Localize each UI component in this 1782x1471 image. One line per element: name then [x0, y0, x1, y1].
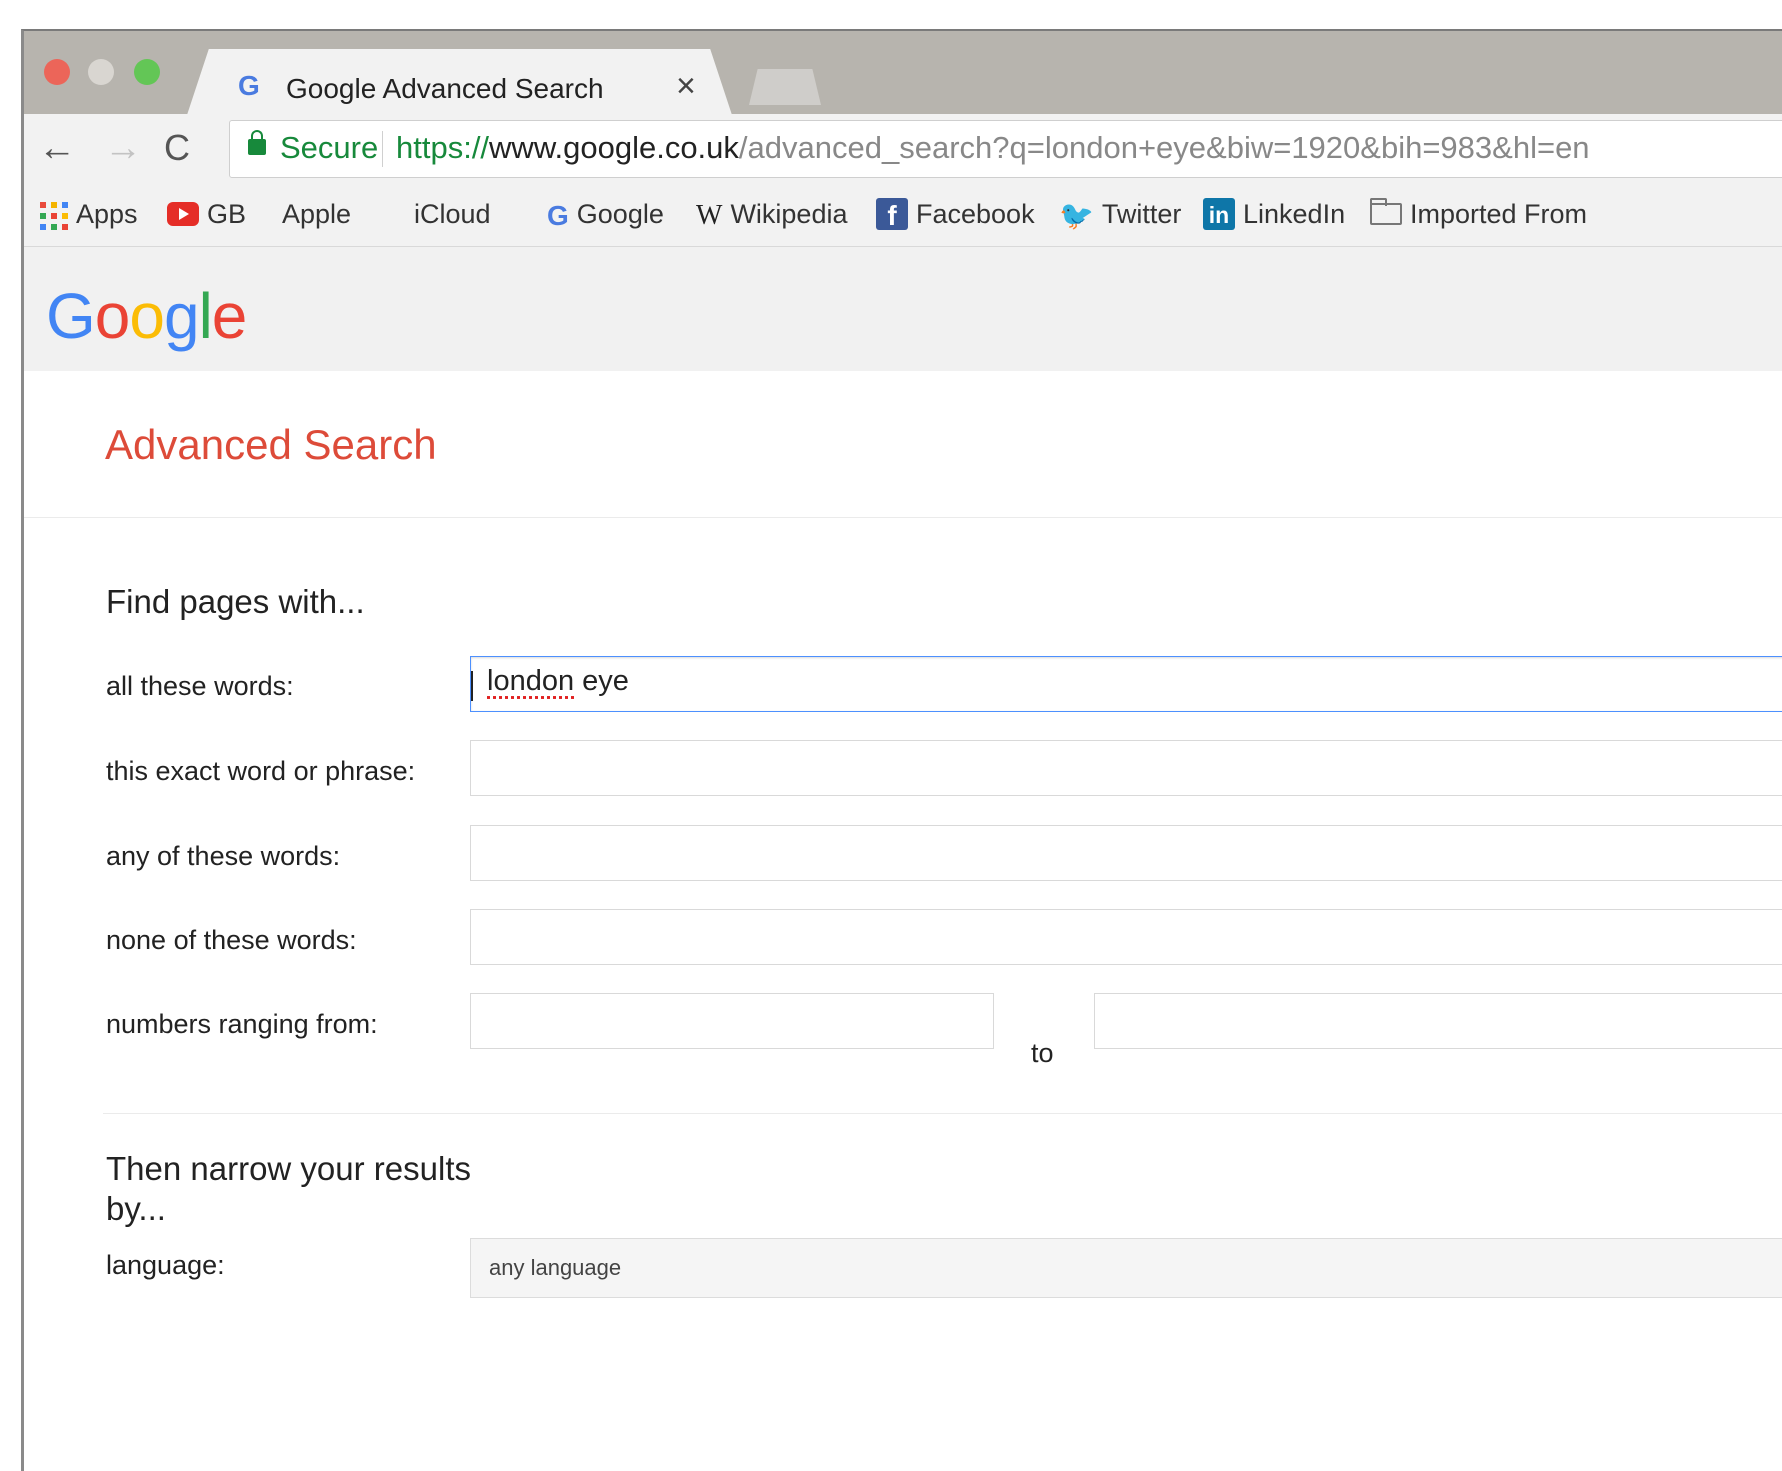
back-arrow-icon[interactable]: ←: [38, 128, 76, 168]
wikipedia-w-icon: W: [696, 199, 723, 231]
tab-close-icon[interactable]: ×: [676, 69, 696, 103]
bookmark-google[interactable]: G Google: [547, 198, 664, 232]
bookmarks-bar: Apps GB Apple iCloud G Google W Wikipedia …: [24, 184, 1782, 247]
bookmark-label: Twitter: [1101, 199, 1182, 229]
logo-letter: g: [163, 280, 200, 352]
bookmark-linkedin[interactable]: in LinkedIn: [1203, 197, 1346, 232]
section-divider: [103, 1113, 1782, 1114]
bookmark-label: GB: [207, 199, 247, 229]
tab-title: Google Advanced Search: [286, 73, 604, 104]
bookmark-gb[interactable]: GB: [167, 198, 246, 230]
numbers-range-label: numbers ranging from:: [106, 1009, 378, 1039]
bookmark-label: Imported From: [1410, 199, 1588, 229]
bookmark-icloud[interactable]: iCloud: [406, 198, 491, 230]
lock-icon[interactable]: [248, 130, 266, 155]
url-scheme: https://: [396, 130, 490, 165]
language-selected-value: any language: [489, 1255, 622, 1280]
omnibox-separator: [382, 131, 383, 167]
input-text: eye: [574, 665, 629, 697]
numbers-to-label: to: [1031, 1038, 1054, 1068]
browser-window: G Google Advanced Search × ← → C Secure …: [21, 29, 1782, 1471]
exact-phrase-input[interactable]: [470, 740, 1782, 796]
bookmark-label: LinkedIn: [1243, 199, 1346, 229]
browser-toolbar: ← → C Secure https://www.google.co.uk/ad…: [24, 114, 1782, 184]
none-words-label: none of these words:: [106, 925, 357, 955]
none-words-input[interactable]: [470, 909, 1782, 965]
language-select[interactable]: any language: [470, 1238, 1782, 1298]
bookmark-label: Wikipedia: [730, 199, 848, 229]
youtube-icon: [167, 201, 199, 226]
bookmark-apps[interactable]: Apps: [40, 198, 138, 230]
logo-letter: l: [198, 280, 213, 352]
bookmark-imported-from[interactable]: Imported From: [1370, 197, 1588, 230]
bookmark-label: iCloud: [414, 199, 491, 229]
url-path: /advanced_search?q=london+eye&biw=1920&b…: [738, 130, 1590, 165]
numbers-to-input[interactable]: [1094, 993, 1782, 1049]
bookmark-label: Facebook: [916, 199, 1035, 229]
any-words-label: any of these words:: [106, 841, 341, 871]
minimize-window-button[interactable]: [88, 59, 114, 85]
bookmark-label: Apple: [282, 199, 352, 229]
google-favicon-icon: G: [238, 70, 260, 101]
text-caret: [471, 671, 473, 701]
tab-strip: G Google Advanced Search ×: [24, 31, 1782, 115]
any-words-input[interactable]: [470, 825, 1782, 881]
google-logo[interactable]: Google: [46, 279, 248, 353]
zoom-window-button[interactable]: [134, 59, 160, 85]
logo-letter: o: [94, 280, 131, 352]
reload-icon[interactable]: C: [164, 128, 190, 168]
bookmark-facebook[interactable]: f Facebook: [876, 197, 1035, 232]
language-label: language:: [106, 1250, 225, 1280]
logo-letter: o: [129, 280, 165, 352]
find-pages-heading: Find pages with...: [106, 583, 365, 620]
title-divider: [24, 517, 1782, 518]
numbers-from-input[interactable]: [470, 993, 994, 1049]
all-words-label: all these words:: [106, 671, 294, 701]
secure-label[interactable]: Secure: [280, 130, 378, 166]
folder-icon: [1370, 197, 1402, 225]
address-bar[interactable]: Secure https://www.google.co.uk/advanced…: [229, 120, 1782, 178]
misspelled-word: london: [487, 665, 575, 697]
narrow-results-heading: Then narrow your results by...: [106, 1150, 471, 1227]
apps-grid-icon: [40, 201, 68, 230]
twitter-bird-icon: 🐦: [1059, 199, 1094, 231]
logo-letter: e: [211, 280, 248, 352]
facebook-icon: f: [876, 197, 908, 231]
bookmark-apple[interactable]: Apple: [274, 198, 351, 230]
url-host: www.google.co.uk: [489, 130, 739, 165]
bookmark-label: Google: [576, 199, 664, 229]
google-g-icon: G: [547, 199, 569, 231]
page-title: Advanced Search: [105, 421, 437, 468]
url-text[interactable]: https://www.google.co.uk/advanced_search…: [396, 130, 1590, 166]
close-window-button[interactable]: [44, 59, 70, 85]
bookmark-label: Apps: [76, 199, 138, 229]
forward-arrow-icon[interactable]: →: [104, 128, 142, 168]
bookmark-wikipedia[interactable]: W Wikipedia: [696, 198, 847, 232]
exact-phrase-label: this exact word or phrase:: [106, 756, 416, 786]
logo-letter: G: [46, 280, 96, 352]
bookmark-twitter[interactable]: 🐦 Twitter: [1059, 198, 1181, 232]
google-header: Google: [24, 247, 1782, 371]
all-words-input[interactable]: london eye: [470, 656, 1782, 712]
new-tab-button[interactable]: [749, 69, 821, 105]
linkedin-icon: in: [1203, 197, 1235, 230]
